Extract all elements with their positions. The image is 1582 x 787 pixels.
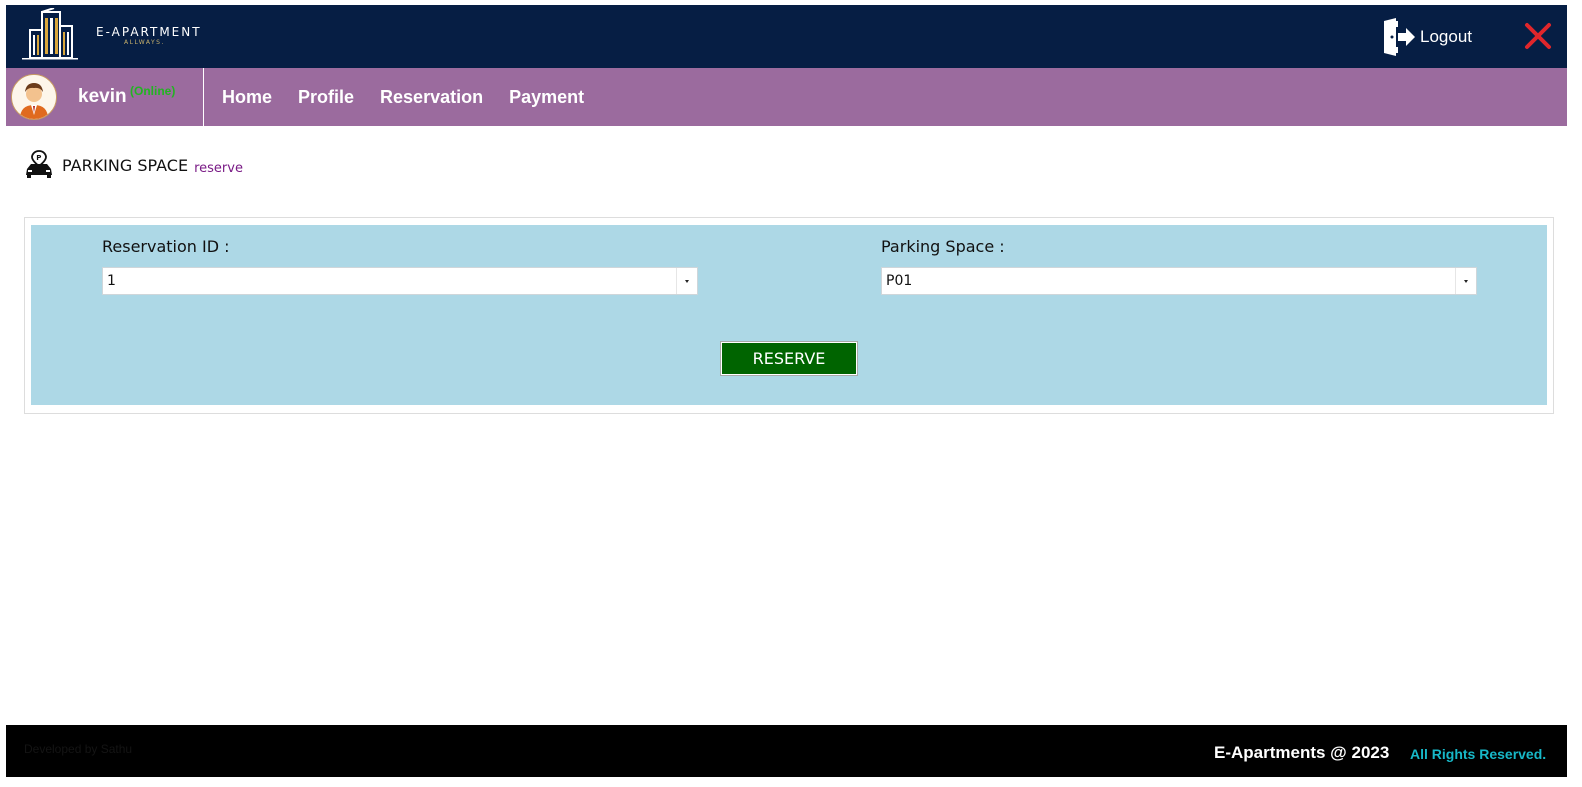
page-title-text: PARKING SPACE: [62, 156, 189, 175]
top-header: E-APARTMENT ALLWAYS. Logout: [6, 5, 1567, 68]
svg-text:P: P: [36, 154, 41, 162]
reservation-form: Reservation ID : 1 Parking Space : P01 R…: [31, 225, 1547, 405]
parking-space-label: Parking Space :: [881, 237, 1005, 256]
reservation-id-value: 1: [107, 273, 116, 289]
page-title: P PARKING SPACE reserve: [24, 150, 243, 178]
nav-divider: [203, 68, 204, 126]
footer: Developed by Sathu E-Apartments @ 2023 A…: [6, 725, 1567, 777]
copyright-text: E-Apartments @ 2023: [1214, 743, 1390, 762]
nav-item-reservation[interactable]: Reservation: [380, 87, 483, 108]
nav-bar: kevin (Online) Home Profile Reservation …: [6, 68, 1567, 126]
rights-text: All Rights Reserved.: [1410, 746, 1547, 762]
close-icon[interactable]: [1523, 21, 1553, 51]
online-status: (Online): [130, 84, 176, 98]
nav-menu: Home Profile Reservation Payment: [222, 68, 584, 126]
reservation-id-label: Reservation ID :: [102, 237, 230, 256]
nav-item-payment[interactable]: Payment: [509, 87, 584, 108]
logout-door-icon: [1378, 17, 1418, 57]
nav-item-home[interactable]: Home: [222, 87, 272, 108]
user-avatar-icon: [11, 74, 57, 120]
username: kevin: [78, 86, 127, 107]
nav-item-profile[interactable]: Profile: [298, 87, 354, 108]
brand-tagline: ALLWAYS.: [124, 39, 165, 46]
reserve-button[interactable]: RESERVE: [720, 341, 858, 376]
parking-car-icon: P: [24, 150, 54, 178]
reservation-id-select[interactable]: 1: [102, 267, 698, 295]
form-panel-frame: Reservation ID : 1 Parking Space : P01 R…: [24, 217, 1554, 414]
developer-credit: Developed by Sathu: [24, 742, 133, 756]
parking-space-value: P01: [886, 273, 913, 289]
building-logo-icon: [20, 7, 80, 60]
chevron-down-icon[interactable]: [1455, 268, 1476, 294]
logout-label: Logout: [1420, 27, 1472, 46]
brand-name: E-APARTMENT: [96, 25, 202, 39]
page-subtitle: reserve: [194, 161, 243, 176]
parking-space-select[interactable]: P01: [881, 267, 1477, 295]
chevron-down-icon[interactable]: [676, 268, 697, 294]
app-window: E-APARTMENT ALLWAYS. Logout kevin (Onlin…: [6, 5, 1567, 777]
logout-button[interactable]: Logout: [1378, 17, 1472, 57]
